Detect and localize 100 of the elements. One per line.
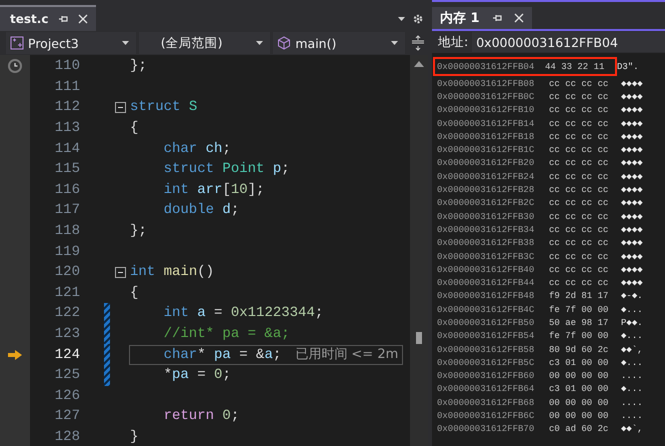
caret-icon xyxy=(122,40,130,46)
code-line: }; xyxy=(129,57,148,76)
memory-bytes: cc cc cc cc xyxy=(549,252,610,262)
memory-bytes: f9 2d 81 17 xyxy=(549,291,610,302)
function-dropdown[interactable]: main() xyxy=(273,32,406,54)
memory-bytes: cc cc cc cc xyxy=(549,158,610,168)
line-number: 110 xyxy=(54,58,80,74)
memory-address: 0x00000031612FFB14 xyxy=(437,118,536,129)
line-number: 111 xyxy=(54,78,80,95)
line-number: 127 xyxy=(54,408,80,424)
scrollbar-thumb[interactable] xyxy=(416,332,422,344)
caret-icon xyxy=(391,40,400,46)
memory-bytes: c0 ad 60 2c xyxy=(549,424,610,434)
memory-address: 0x00000031612FFB44 xyxy=(437,278,536,288)
code-line: }; xyxy=(129,222,148,242)
memory-bytes: c3 01 00 00 xyxy=(549,358,610,368)
memory-bytes: 00 00 00 00 xyxy=(549,398,610,408)
line-number: 122 xyxy=(54,305,80,322)
memory-address: 0x00000031612FFB04 xyxy=(437,62,536,72)
memory-address: 0x00000031612FFB68 xyxy=(437,398,536,408)
memory-bytes: 44 33 22 11 xyxy=(545,62,606,72)
code-line: double d; xyxy=(162,201,240,220)
memory-bytes: cc cc cc cc xyxy=(549,212,610,222)
memory-bytes: cc cc cc cc xyxy=(549,132,610,142)
scope-dropdown[interactable]: (全局范围) xyxy=(138,32,270,54)
memory-address: 0x00000031612FFB10 xyxy=(437,105,536,116)
memory-address: 0x00000031612FFB2C xyxy=(437,198,536,208)
address-label: 地址: xyxy=(438,34,468,50)
memory-ascii: ◆◆◆◆ xyxy=(621,264,643,275)
scroll-up-icon[interactable] xyxy=(414,61,424,67)
cube-icon xyxy=(277,36,292,50)
code-line: *pa = 0; xyxy=(162,366,232,386)
memory-bytes: cc cc cc cc xyxy=(549,278,610,288)
memory-bytes: cc cc cc cc xyxy=(549,185,610,196)
line-number: 114 xyxy=(54,140,80,157)
memory-ascii: .... xyxy=(621,398,643,408)
memory-ascii: ◆◆◆◆ xyxy=(621,78,643,89)
line-number: 117 xyxy=(54,202,80,218)
memory-bytes: cc cc cc cc xyxy=(549,145,610,156)
pin-icon[interactable] xyxy=(492,13,502,23)
line-number: 119 xyxy=(54,244,80,260)
line-number: 113 xyxy=(54,120,80,136)
memory-ascii: ◆... xyxy=(621,331,643,342)
close-icon[interactable] xyxy=(514,13,524,23)
memory-address: 0x00000031612FFB6C xyxy=(437,411,536,422)
split-icon[interactable] xyxy=(411,35,426,51)
code-line: struct S xyxy=(129,98,198,118)
address-field[interactable]: 0x00000031612FFB04 xyxy=(472,32,665,52)
memory-ascii: ◆◆◆◆ xyxy=(621,172,643,182)
code-line: } xyxy=(129,428,140,446)
code-line: return 0; xyxy=(162,407,240,426)
line-number: 121 xyxy=(54,284,80,301)
memory-ascii: ◆◆◆◆ xyxy=(621,238,643,248)
memory-ascii: ◆◆◆◆ xyxy=(621,145,643,156)
memory-bytes: cc cc cc cc xyxy=(549,172,610,182)
memory-address: 0x00000031612FFB70 xyxy=(437,424,536,434)
memory-bytes: 50 ae 98 17 xyxy=(549,318,610,328)
memory-ascii: ◆... xyxy=(621,384,643,394)
memory-bytes: cc cc cc cc xyxy=(549,264,610,275)
pin-icon[interactable] xyxy=(58,14,68,24)
memory-ascii: ◆◆`, xyxy=(621,424,643,434)
clock-icon xyxy=(7,58,23,74)
close-icon[interactable] xyxy=(78,14,88,24)
memory-ascii: .... xyxy=(621,411,643,422)
memory-ascii: ◆... xyxy=(621,304,643,315)
memory-address: 0x00000031612FFB40 xyxy=(437,264,536,275)
memory-address: 0x00000031612FFB38 xyxy=(437,238,536,248)
settings-icon[interactable] xyxy=(412,13,424,25)
memory-ascii: ◆◆◆◆ xyxy=(621,118,643,129)
memory-bytes: cc cc cc cc xyxy=(549,92,610,102)
file-tab[interactable]: test.c xyxy=(0,5,96,31)
memory-bytes: 00 00 00 00 xyxy=(549,371,610,382)
memory-ascii: ◆◆◆◆ xyxy=(621,198,643,208)
memory-ascii: ◆◆◆◆ xyxy=(621,224,643,235)
memory-bytes: fe 7f 00 00 xyxy=(549,331,610,342)
memory-ascii: ◆◆◆◆ xyxy=(621,212,643,222)
memory-ascii: ◆-◆. xyxy=(621,291,643,302)
code-line: char ch; xyxy=(162,140,232,159)
memory-bytes: 00 00 00 00 xyxy=(549,411,610,422)
memory-ascii: ◆... xyxy=(621,358,643,368)
memory-address: 0x00000031612FFB48 xyxy=(437,291,536,302)
memory-ascii: ◆◆◆◆ xyxy=(621,92,643,102)
line-number: 125 xyxy=(54,367,80,384)
collapse-icon[interactable] xyxy=(115,102,126,113)
code-line: int main() xyxy=(129,263,216,282)
memory-address: 0x00000031612FFB58 xyxy=(437,344,536,355)
memory-bytes: c3 01 00 00 xyxy=(549,384,610,394)
memory-address: 0x00000031612FFB0C xyxy=(437,92,536,102)
dropdown-caret-icon[interactable] xyxy=(398,16,406,22)
code-line: struct Point p; xyxy=(162,160,291,180)
caret-icon xyxy=(256,40,264,46)
memory-ascii: ◆◆◆◆ xyxy=(621,158,643,168)
code-line: { xyxy=(129,284,140,303)
memory-ascii: ◆◆◆◆ xyxy=(621,132,643,142)
memory-tab[interactable]: 内存 1 xyxy=(432,7,532,29)
memory-bytes: cc cc cc cc xyxy=(549,224,610,235)
line-number: 128 xyxy=(54,428,80,445)
project-dropdown[interactable]: Project3 xyxy=(6,32,136,54)
memory-address: 0x00000031612FFB50 xyxy=(437,318,536,328)
collapse-icon[interactable] xyxy=(115,266,126,278)
